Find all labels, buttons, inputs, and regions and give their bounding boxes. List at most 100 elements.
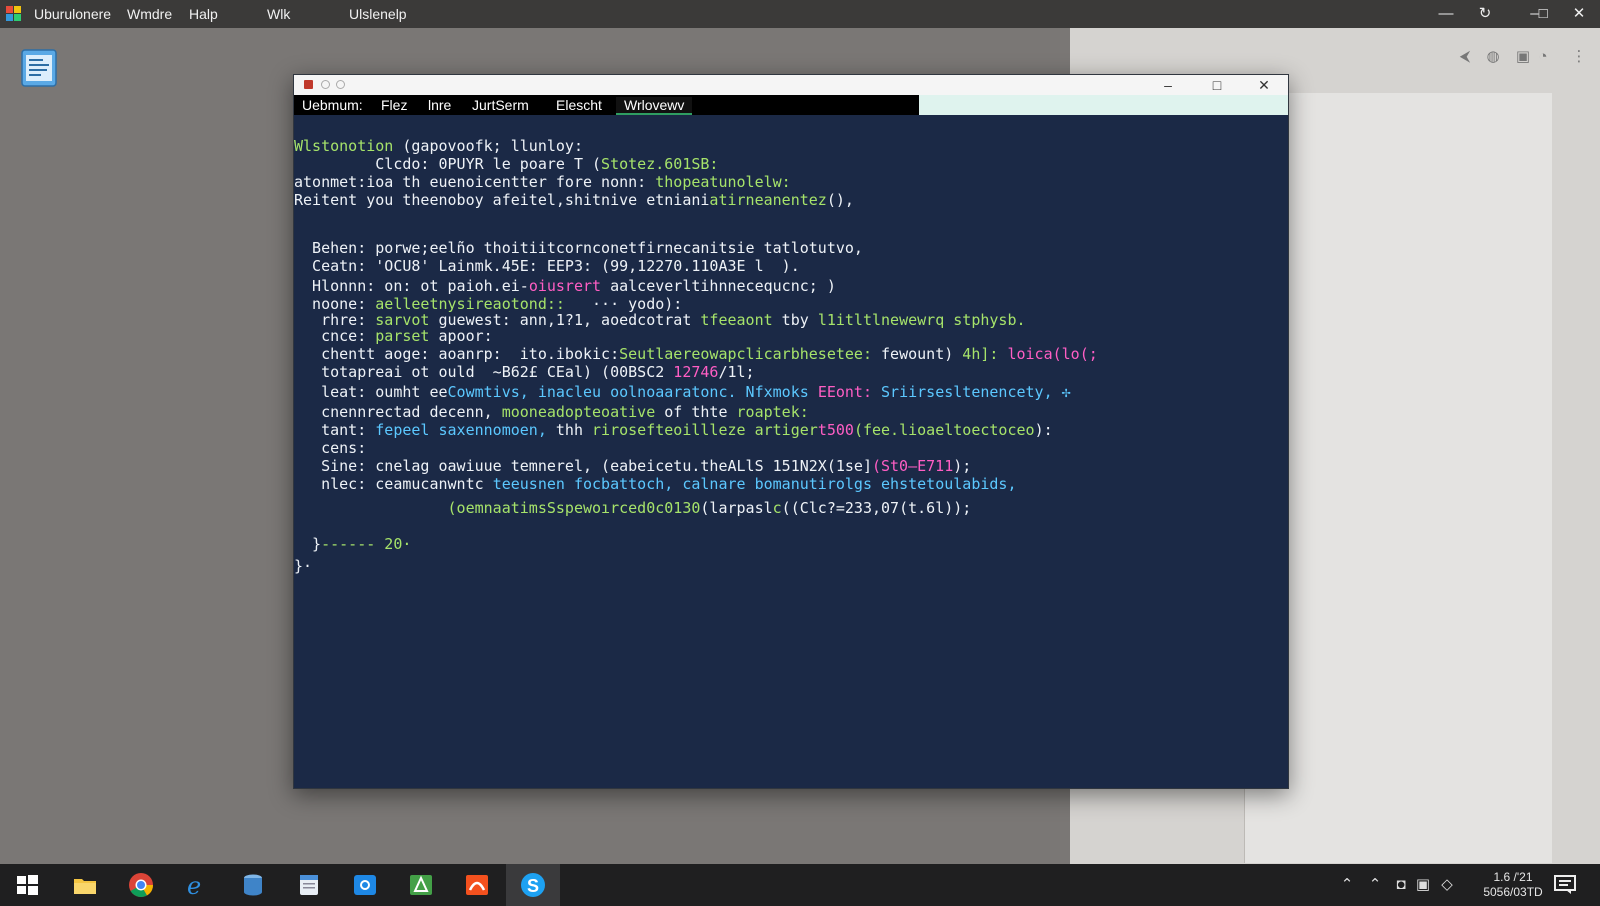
taskbar-camera[interactable] xyxy=(338,864,392,906)
terminal-text: ); xyxy=(953,457,972,475)
menu-item-window[interactable]: Wmdre xyxy=(127,6,172,22)
terminal-text: tfeeaont xyxy=(700,311,773,329)
terminal-text: ((Clc?=233,07(t.6l)); xyxy=(781,499,972,517)
terminal-text: Reitent you theenoboy afeitel,shitnive e… xyxy=(294,191,710,209)
chevron-up-icon[interactable]: ⌃ xyxy=(1338,876,1356,894)
start-button[interactable] xyxy=(0,864,54,906)
terminal-menu-item[interactable]: lnre xyxy=(428,97,451,113)
terminal-line: Reitent you theenoboy afeitel,shitnive e… xyxy=(294,191,854,209)
volume-icon[interactable]: ◇ xyxy=(1438,876,1456,894)
terminal-text: t500 xyxy=(817,421,854,439)
refresh-icon[interactable]: ↻ xyxy=(1472,3,1498,25)
menu-item-app[interactable]: Uburulonere xyxy=(34,6,111,22)
chrome-icon xyxy=(129,873,153,898)
window-dot-icon[interactable] xyxy=(321,80,330,89)
terminal-text: loica(lo(; xyxy=(1007,345,1098,363)
terminal-text: Cowmtivs, xyxy=(447,383,529,401)
menu-item-help[interactable]: Halp xyxy=(189,6,218,22)
terminal-text: totapreai ot ould ~B62£ CEal) (00BSC2 xyxy=(294,363,674,381)
terminal-text: Clcdo: 0PUYR le poare T ( xyxy=(294,155,602,173)
close-icon[interactable]: ✕ xyxy=(1566,3,1592,25)
terminal-line: Ceatn: 'OCU8' Lainmk.45E: EEP3: (99,1227… xyxy=(294,257,800,275)
taskbar-internet-explorer[interactable]: e xyxy=(170,864,224,906)
terminal-text: nlec: ceamucanwntc xyxy=(294,475,493,493)
taskbar-notes[interactable] xyxy=(282,864,336,906)
terminal-text: roaptek: xyxy=(736,403,809,421)
terminal-output[interactable]: Wlstonotion (gapovoofk; llunloy: Clcdo: … xyxy=(294,115,1288,788)
terminal-line: Sine: cnelag oawiuue temnerel, (eabeicet… xyxy=(294,457,971,475)
window-maximize-icon[interactable]: □ xyxy=(1197,75,1237,95)
top-menu-bar: Uburulonere Wmdre Halp Wlk Ulslenelp — ↻… xyxy=(0,0,1600,28)
globe-icon[interactable]: ◍ xyxy=(1482,46,1504,68)
terminal-menu-item-active[interactable]: Wrlovewv xyxy=(616,97,693,115)
image-icon[interactable]: ▣ xyxy=(1512,46,1534,68)
terminal-text: fepeel saxennomoen, xyxy=(375,421,547,439)
terminal-line: }· xyxy=(294,557,312,575)
terminal-line: }------ 20· xyxy=(294,535,411,553)
windows-logo-icon xyxy=(17,875,38,895)
share-icon[interactable]: ⮜ xyxy=(1454,46,1476,68)
taskbar-file-explorer[interactable] xyxy=(58,864,112,906)
terminal-line: totapreai ot ould ~B62£ CEal) (00BSC2 12… xyxy=(294,363,755,381)
terminal-text: thopeatunolelw: xyxy=(655,173,791,191)
document-page xyxy=(1244,93,1552,863)
window-minimize-icon[interactable]: – xyxy=(1148,75,1188,95)
desktop-document-icon[interactable] xyxy=(18,46,60,88)
svg-text:S: S xyxy=(527,876,539,896)
terminal-app-icon xyxy=(304,80,313,89)
taskbar-chrome[interactable] xyxy=(114,864,168,906)
terminal-menu-item[interactable]: Uebmum: xyxy=(302,97,363,113)
more-options-icon[interactable]: ⋮ xyxy=(1568,46,1590,68)
menu-item-wlk[interactable]: Wlk xyxy=(267,6,290,22)
taskbar: e S ⌃ ⌃ ◘ ▣ ◇ 1.6 /'21 5056/03TD xyxy=(0,864,1600,906)
terminal-text: Hlonnn: on: ot paioh.ei- xyxy=(294,277,529,295)
database-icon xyxy=(244,874,262,896)
terminal-menu-bar: Uebmum: Flez lnre JurtSerm Elescht Wrlov… xyxy=(294,95,1288,115)
terminal-text: (fee.lioaeltoectoceo xyxy=(853,421,1035,439)
network-icon[interactable]: ◘ xyxy=(1392,876,1410,894)
taskbar-green-app[interactable] xyxy=(394,864,448,906)
terminal-text: EEont: xyxy=(817,383,872,401)
app-logo-icon[interactable] xyxy=(6,6,22,22)
terminal-line: cens: xyxy=(294,439,366,457)
terminal-text: c xyxy=(772,499,782,517)
terminal-text: l1itltlnewewrq stphysb. xyxy=(817,311,1026,329)
menu-item-ulslenelp[interactable]: Ulslenelp xyxy=(349,6,407,22)
terminal-text: Wlstonotion xyxy=(294,137,394,155)
terminal-text: atirneanentez xyxy=(709,191,827,209)
menu-bar-filler xyxy=(919,95,1288,115)
taskbar-database-app[interactable] xyxy=(226,864,280,906)
camera-icon xyxy=(354,875,376,895)
window-titlebar[interactable]: – □ ✕ xyxy=(294,75,1288,95)
clock-date: 5056/03TD xyxy=(1483,885,1543,899)
window-dot-icon[interactable] xyxy=(336,80,345,89)
terminal-text: tby xyxy=(772,311,818,329)
terminal-line: atonmet:ioa th euenoicentter fore nonn: … xyxy=(294,173,791,191)
taskbar-orange-app[interactable] xyxy=(450,864,504,906)
window-close-icon[interactable]: ✕ xyxy=(1244,75,1284,95)
terminal-menu-item[interactable]: Flez xyxy=(381,97,407,113)
terminal-text: ): xyxy=(1034,421,1053,439)
terminal-line: Wlstonotion (gapovoofk; llunloy: xyxy=(294,137,583,155)
chevron-up-icon[interactable]: ⌃ xyxy=(1366,876,1384,894)
terminal-line: (oemnaatimsSspewoırced0c0130(larpaslc((C… xyxy=(294,499,972,517)
display-icon[interactable]: ▣ xyxy=(1414,876,1432,894)
taskbar-skype[interactable]: S xyxy=(506,864,560,906)
terminal-menu-item[interactable]: JurtSerm xyxy=(472,97,529,113)
restore-icon[interactable]: –□ xyxy=(1522,3,1556,25)
terminal-text: Seutlaereowapclicarbhesetee: xyxy=(619,345,872,363)
svg-text:e: e xyxy=(187,872,201,898)
terminal-text: cnce: xyxy=(294,327,376,345)
terminal-text: tant: xyxy=(294,421,376,439)
taskbar-clock[interactable]: 1.6 /'21 5056/03TD xyxy=(1478,870,1548,900)
minimize-icon[interactable]: — xyxy=(1433,3,1459,25)
clock-icon[interactable]: ◔ xyxy=(1532,46,1554,68)
terminal-text: aalceverltihnnecequcnc; ) xyxy=(601,277,836,295)
notification-center-icon[interactable] xyxy=(1554,875,1576,895)
terminal-text: of thte xyxy=(655,403,737,421)
terminal-text: /1l; xyxy=(718,363,755,381)
terminal-menu-item[interactable]: Elescht xyxy=(556,97,602,113)
